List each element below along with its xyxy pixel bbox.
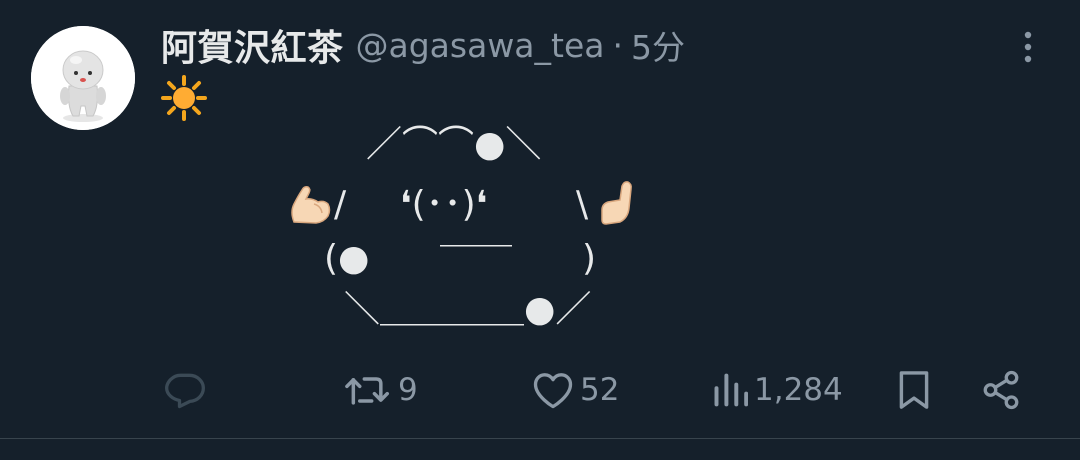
ascii-art-line: ＼＿＿＿＿●／ [344, 289, 592, 330]
ascii-art-line: (● [324, 238, 370, 279]
raised-hand-icon [598, 180, 638, 230]
retweet-button[interactable]: 9 [344, 360, 418, 420]
ascii-art-line: ) [582, 238, 597, 279]
views-button[interactable]: 1,284 [712, 360, 843, 420]
action-bar: 9 52 1,284 [0, 360, 1080, 420]
ascii-art-line: ／⌒⌒●＼ [366, 124, 542, 165]
retweet-count: 9 [398, 372, 418, 408]
reply-icon [165, 373, 205, 409]
bookmark-icon [899, 371, 929, 409]
ascii-art-line: / [334, 184, 347, 225]
ascii-art-line: \ [576, 184, 589, 225]
reply-button[interactable] [163, 360, 207, 420]
heart-icon [533, 373, 573, 409]
share-button[interactable] [980, 360, 1022, 420]
ascii-art-mouth: ＿＿ [440, 210, 513, 251]
share-icon [983, 370, 1019, 410]
like-button[interactable]: 52 [532, 360, 619, 420]
ascii-art: ／⌒⌒●＼ / ❛(･･)❛ \ ＿＿ (● ) ＼＿＿＿＿●／ [0, 0, 1080, 360]
tweet[interactable]: 阿賀沢紅茶 @agasawa_tea · 5分 ／⌒⌒●＼ / ❛(･･)❛ \… [0, 0, 1080, 460]
retweet-icon [345, 377, 389, 405]
flexed-biceps-icon [288, 182, 332, 230]
views-count: 1,284 [754, 372, 843, 408]
divider [0, 438, 1080, 439]
views-icon [714, 373, 748, 407]
like-count: 52 [580, 372, 620, 408]
bookmark-button[interactable] [896, 360, 932, 420]
